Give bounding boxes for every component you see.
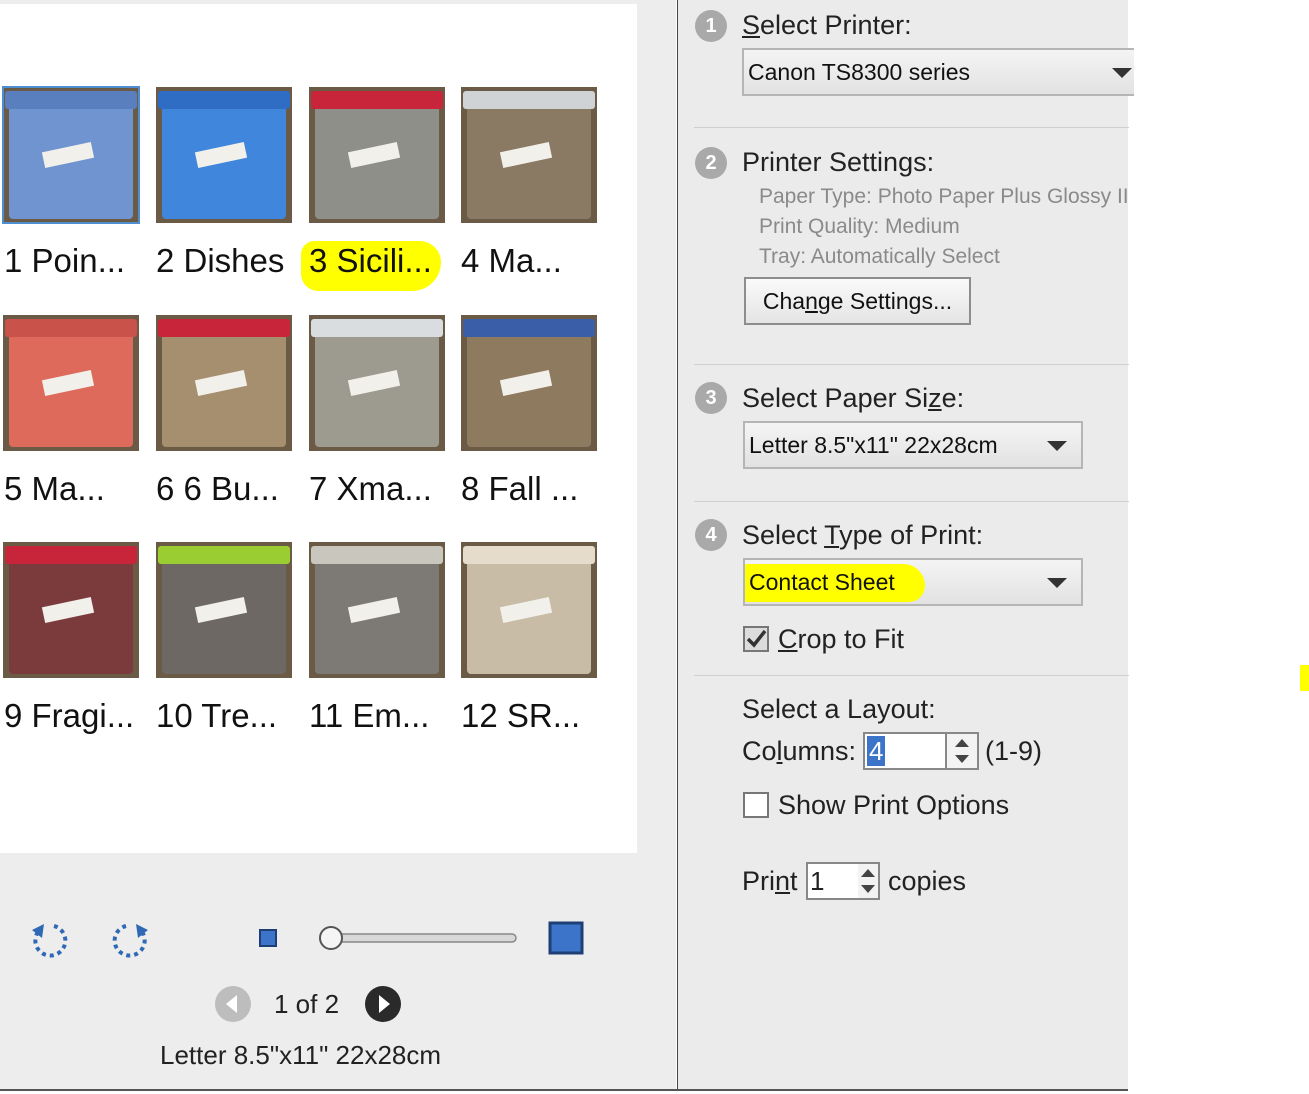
page-indicator: 1 of 2 (274, 989, 340, 1019)
window-bottom-border (0, 1089, 1128, 1091)
printer-settings-label: Printer Settings: (742, 147, 935, 177)
highlight-mark (1300, 665, 1309, 691)
select-type-of-print-label: Select Type of Print: (742, 520, 984, 550)
copies-label: copies (888, 866, 967, 896)
chevron-down-icon (1047, 441, 1067, 451)
photo-caption: 9 Fragi... (4, 697, 135, 734)
paper-size-value: Letter 8.5"x11" 22x28cm (749, 432, 998, 458)
step-1-badge: 1 (695, 10, 727, 42)
show-print-options-label[interactable]: Show Print Options (778, 790, 1009, 821)
divider (694, 501, 1129, 502)
columns-stepper[interactable] (947, 732, 979, 770)
photo-caption: 2 Dishes (156, 242, 285, 279)
divider (694, 127, 1129, 128)
photo-caption: 5 Ma... (4, 470, 105, 507)
arrow-up-icon[interactable] (955, 739, 969, 747)
photo-thumbnail[interactable] (156, 542, 292, 678)
photo-caption: 6 6 Bu... (156, 470, 279, 507)
preview-pane: 1 Poin... 2 Dishes 3 Sicili... 4 Ma... 5 Ma.… (0, 0, 676, 1090)
print-quality-text: Print Quality: Medium (759, 215, 960, 238)
photo-thumbnail[interactable] (2, 86, 140, 224)
tray-text: Tray: Automatically Select (759, 245, 1000, 268)
chevron-down-icon (1047, 578, 1067, 588)
show-print-options-checkbox[interactable] (743, 792, 769, 818)
contact-sheet-preview: 1 Poin... 2 Dishes 3 Sicili... 4 Ma... 5 Ma.… (0, 4, 637, 853)
zoom-out-icon[interactable] (259, 929, 277, 947)
preview-paper-size: Letter 8.5"x11" 22x28cm (160, 1040, 442, 1070)
select-layout-label: Select a Layout: (742, 694, 936, 724)
step-3-badge: 3 (695, 382, 727, 414)
columns-label: Columns: (742, 736, 857, 766)
print-label: Print (742, 866, 798, 896)
select-paper-size-label: Select Paper Size: (742, 383, 965, 413)
columns-value: 4 (867, 736, 886, 766)
photo-thumbnail[interactable] (309, 87, 445, 223)
photo-caption: 7 Xma... (309, 470, 432, 507)
previous-page-button[interactable] (214, 985, 252, 1023)
arrow-down-icon[interactable] (861, 885, 875, 893)
step-2-badge: 2 (695, 147, 727, 179)
select-printer-label: Select Printer: (742, 10, 912, 40)
photo-caption: 11 Em... (309, 697, 430, 734)
chevron-down-icon (1112, 68, 1132, 78)
paper-size-dropdown[interactable]: Letter 8.5"x11" 22x28cm (743, 421, 1083, 469)
change-settings-button[interactable]: Change Settings... (744, 277, 971, 325)
photo-caption: 4 Ma... (461, 242, 562, 279)
rotate-left-icon[interactable] (28, 918, 72, 962)
divider (694, 364, 1129, 365)
zoom-slider[interactable] (318, 926, 518, 950)
print-settings-pane: 1 Select Printer: Canon TS8300 series 2 … (677, 0, 1134, 1090)
photo-thumbnail[interactable] (309, 542, 445, 678)
divider (694, 675, 1129, 676)
copies-value: 1 (810, 866, 825, 896)
photo-thumbnail[interactable] (156, 315, 292, 451)
photo-thumbnail[interactable] (461, 87, 597, 223)
photo-caption: 1 Poin... (4, 242, 126, 279)
photo-caption: 8 Fall ... (461, 470, 579, 507)
photo-thumbnail[interactable] (3, 542, 139, 678)
checkmark-icon (746, 629, 767, 648)
columns-input[interactable]: 4 (863, 732, 947, 770)
copies-input[interactable]: 1 (806, 862, 860, 900)
copies-stepper[interactable] (858, 862, 880, 900)
photo-thumbnail[interactable] (156, 87, 292, 223)
rotate-right-icon[interactable] (108, 918, 152, 962)
step-4-badge: 4 (695, 519, 727, 551)
next-page-button[interactable] (364, 985, 402, 1023)
printer-value: Canon TS8300 series (748, 59, 971, 85)
print-type-value: Contact Sheet (749, 569, 895, 595)
printer-dropdown[interactable]: Canon TS8300 series (742, 48, 1134, 96)
photo-thumbnail[interactable] (461, 542, 597, 678)
photo-thumbnail[interactable] (461, 315, 597, 451)
photo-caption: 3 Sicili... (309, 242, 432, 279)
photo-caption: 10 Tre... (156, 697, 278, 734)
paper-type-text: Paper Type: Photo Paper Plus Glossy II (759, 185, 1129, 208)
columns-range: (1-9) (985, 736, 1043, 766)
print-type-dropdown[interactable]: Contact Sheet (743, 558, 1083, 606)
arrow-up-icon[interactable] (861, 869, 875, 877)
crop-to-fit-checkbox[interactable] (743, 626, 769, 652)
crop-to-fit-label[interactable]: Crop to Fit (778, 624, 904, 655)
photo-thumbnail[interactable] (3, 315, 139, 451)
photo-thumbnail[interactable] (309, 315, 445, 451)
photo-caption: 12 SR... (461, 697, 581, 734)
zoom-in-icon[interactable] (548, 921, 584, 955)
arrow-down-icon[interactable] (955, 755, 969, 763)
